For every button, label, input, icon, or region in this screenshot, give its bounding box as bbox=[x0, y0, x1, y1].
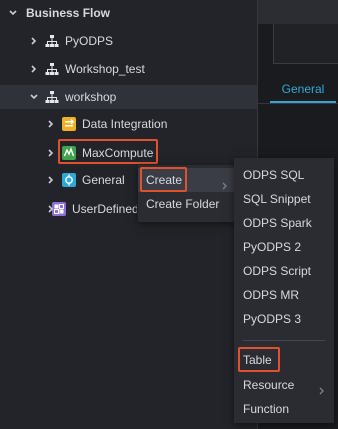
tree-item-pyodps[interactable]: PyODPS bbox=[29, 29, 113, 53]
submenu-item-sql-snippet[interactable]: SQL Snippet bbox=[234, 187, 334, 211]
tree-child-data-integration[interactable]: Data Integration bbox=[46, 112, 167, 136]
tree-child-label: UserDefined bbox=[72, 202, 137, 216]
maxcompute-highlight-box bbox=[58, 139, 158, 164]
table-highlight-box bbox=[238, 347, 280, 372]
submenu-item-pyodps-2[interactable]: PyODPS 2 bbox=[234, 235, 334, 259]
chevron-right-icon bbox=[46, 119, 56, 129]
submenu-item-odps-spark[interactable]: ODPS Spark bbox=[234, 211, 334, 235]
tab-bar-divider bbox=[258, 103, 338, 104]
editor-toolbar bbox=[258, 0, 338, 24]
submenu-item-odps-sql[interactable]: ODPS SQL bbox=[234, 163, 334, 187]
chevron-right-icon bbox=[46, 148, 56, 158]
submenu-item-function[interactable]: Function bbox=[234, 397, 334, 421]
submenu-item-odps-script[interactable]: ODPS Script bbox=[234, 259, 334, 283]
workflow-icon bbox=[45, 90, 59, 104]
chevron-right-icon bbox=[46, 175, 56, 185]
data-integration-icon bbox=[62, 117, 76, 131]
editor-header-area bbox=[273, 24, 338, 64]
chevron-right-icon bbox=[29, 64, 39, 74]
menu-item-label: Create Folder bbox=[146, 197, 220, 211]
create-submenu: ODPS SQL SQL Snippet ODPS Spark PyODPS 2… bbox=[234, 158, 334, 423]
tree-root-business-flow[interactable]: Business Flow bbox=[8, 1, 110, 25]
tree-item-label: PyODPS bbox=[65, 34, 114, 48]
tree-child-label: General bbox=[82, 173, 125, 187]
tree-item-label: workshop bbox=[65, 90, 117, 104]
directory-tree-panel: Business Flow PyODPS Workshop_test works… bbox=[0, 0, 257, 429]
submenu-item-label: Resource bbox=[243, 378, 295, 392]
tree-root-label: Business Flow bbox=[26, 6, 111, 20]
tree-child-general[interactable]: General bbox=[46, 168, 125, 192]
workflow-icon bbox=[45, 62, 59, 76]
create-highlight-box bbox=[140, 167, 187, 192]
general-icon bbox=[62, 173, 76, 187]
menu-item-create-folder[interactable]: Create Folder bbox=[138, 192, 237, 216]
chevron-right-icon bbox=[29, 36, 39, 46]
tree-child-label: Data Integration bbox=[82, 117, 168, 131]
submenu-item-resource[interactable]: Resource bbox=[234, 373, 334, 397]
tree-item-workshop[interactable]: workshop bbox=[0, 85, 257, 109]
chevron-down-icon bbox=[8, 8, 18, 18]
submenu-item-pyodps-3[interactable]: PyODPS 3 bbox=[234, 307, 334, 331]
workflow-icon bbox=[45, 34, 59, 48]
chevron-down-icon bbox=[29, 92, 39, 102]
tree-item-label: Workshop_test bbox=[65, 62, 145, 76]
tree-item-workshop-test[interactable]: Workshop_test bbox=[29, 57, 145, 81]
tree-child-user-defined[interactable]: UserDefined bbox=[46, 197, 137, 221]
submenu-item-odps-mr[interactable]: ODPS MR bbox=[234, 283, 334, 307]
menu-separator bbox=[243, 340, 325, 341]
